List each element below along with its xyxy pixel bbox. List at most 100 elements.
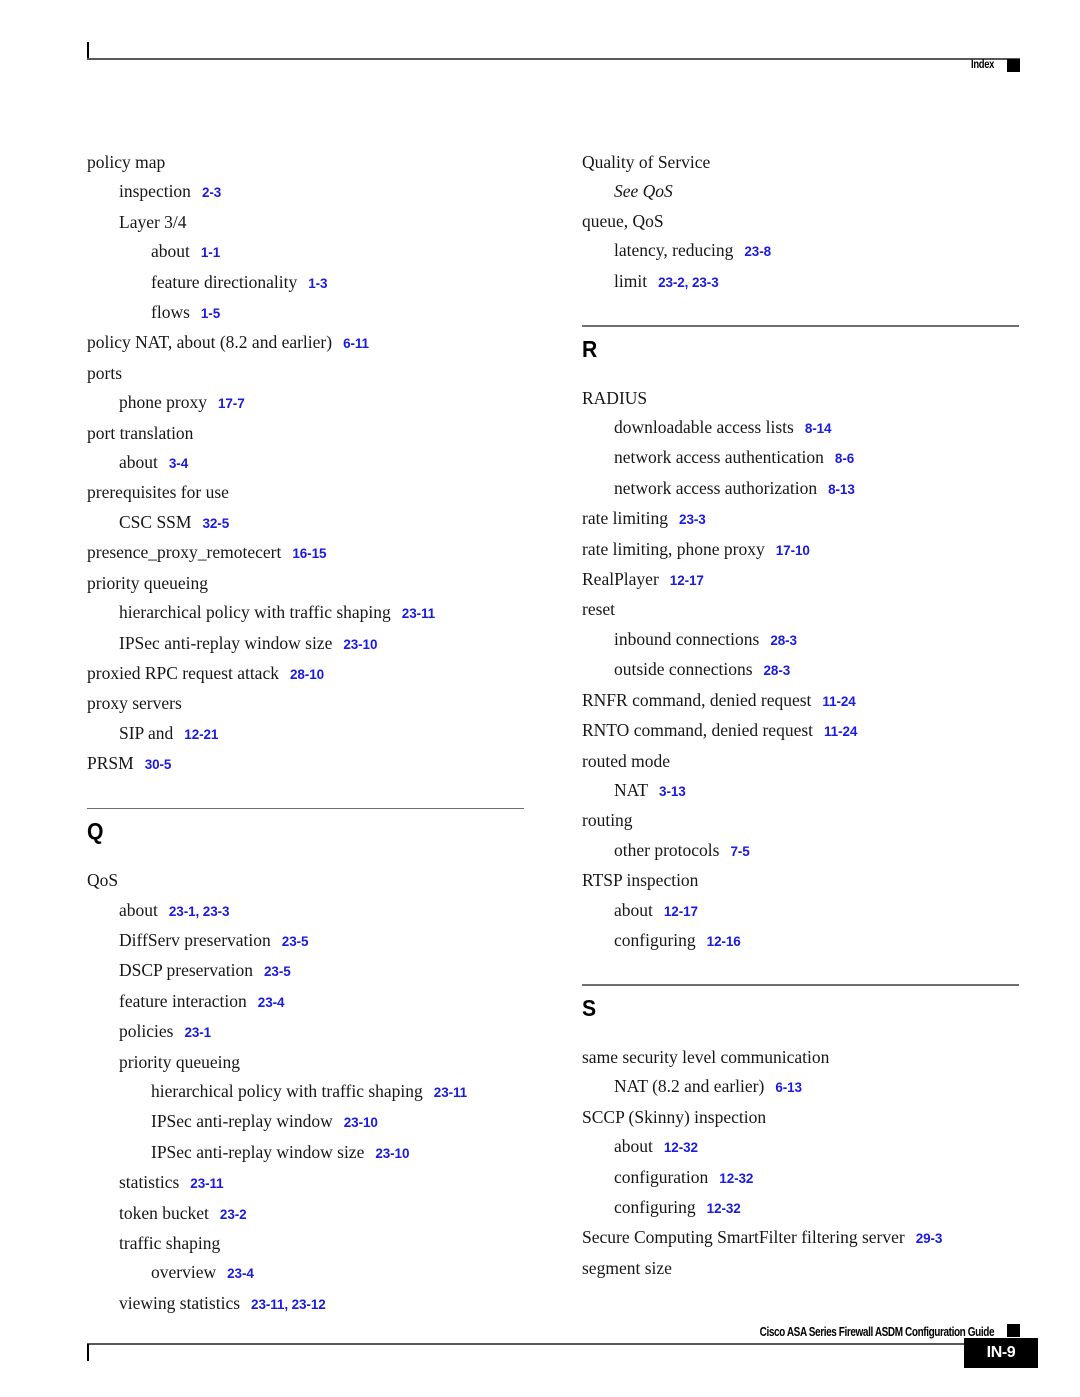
- index-entry: feature directionality 1-3: [87, 268, 524, 298]
- index-entry-page-ref[interactable]: 23-4: [227, 1266, 254, 1281]
- index-entry: priority queueing: [87, 569, 524, 598]
- index-entry-page-ref[interactable]: 12-16: [707, 934, 741, 949]
- index-entry: routed mode: [582, 747, 1019, 776]
- index-entry: RADIUS: [582, 384, 1019, 413]
- header-rule: [87, 58, 1020, 60]
- index-entry-page-ref[interactable]: 6-13: [775, 1080, 802, 1095]
- index-entry-page-ref[interactable]: 23-3: [679, 512, 706, 527]
- index-entry-page-ref[interactable]: 23-11: [434, 1085, 467, 1100]
- index-entry-page-ref[interactable]: 11-24: [824, 724, 857, 739]
- index-entry-page-ref[interactable]: 23-2: [220, 1207, 247, 1222]
- section-heading-r: R: [582, 325, 1019, 376]
- index-entry-page-ref[interactable]: 1-1: [201, 245, 220, 260]
- index-entry: about 12-32: [582, 1132, 1019, 1162]
- index-entry-term: about: [614, 1136, 653, 1157]
- index-entry-term: about: [151, 241, 190, 262]
- index-entry-page-ref[interactable]: 28-10: [290, 667, 324, 682]
- index-entry-term: RADIUS: [582, 387, 648, 408]
- index-entry-page-ref[interactable]: 23-11: [402, 606, 435, 621]
- index-entry-page-ref[interactable]: 28-3: [764, 663, 791, 678]
- index-entry-page-ref[interactable]: 12-32: [719, 1171, 753, 1186]
- index-entry-page-ref[interactable]: 17-7: [218, 396, 245, 411]
- index-entry-term: reset: [582, 599, 616, 620]
- index-entry-page-ref[interactable]: 3-4: [169, 456, 188, 471]
- index-entry-page-ref[interactable]: 23-10: [343, 637, 377, 652]
- index-entry-page-ref[interactable]: 23-4: [258, 995, 285, 1010]
- section-divider-rule: [582, 325, 1019, 327]
- index-entry: RealPlayer 12-17: [582, 565, 1019, 595]
- index-entry: feature interaction 23-4: [87, 987, 524, 1017]
- index-entry-term: NAT: [614, 779, 649, 800]
- index-entry-term: network access authorization: [614, 477, 818, 498]
- index-entry-page-ref[interactable]: 11-24: [822, 694, 855, 709]
- index-entry-page-ref[interactable]: 1-5: [201, 306, 220, 321]
- index-entry-page-ref[interactable]: 23-10: [344, 1115, 378, 1130]
- index-entry-page-ref[interactable]: 23-11: [190, 1176, 223, 1191]
- index-entry-page-ref[interactable]: 28-3: [770, 633, 797, 648]
- index-entry-page-ref[interactable]: 3-13: [659, 784, 686, 799]
- index-entry: Layer 3/4: [87, 208, 524, 237]
- index-entry-page-ref[interactable]: 1-3: [308, 276, 327, 291]
- index-entry-page-ref[interactable]: 8-13: [828, 482, 855, 497]
- index-entry: network access authentication 8-6: [582, 443, 1019, 473]
- index-entry: proxy servers: [87, 689, 524, 718]
- index-entry-page-ref[interactable]: 8-6: [835, 451, 854, 466]
- index-entry-page-ref[interactable]: 23-2, 23-3: [658, 275, 719, 290]
- index-entry: IPSec anti-replay window size 23-10: [87, 629, 524, 659]
- index-entry-term: SCCP (Skinny) inspection: [582, 1106, 767, 1127]
- footer-crop-tick: [87, 1344, 89, 1361]
- index-entry-page-ref[interactable]: 23-8: [744, 244, 771, 259]
- page-footer: Cisco ASA Series Firewall ASDM Configura…: [87, 1316, 1038, 1380]
- footer-page-number: IN-9: [964, 1338, 1038, 1368]
- index-entry: overview 23-4: [87, 1258, 524, 1288]
- index-entry-term: feature interaction: [119, 990, 247, 1011]
- index-entry-term: NAT (8.2 and earlier): [614, 1076, 765, 1097]
- index-entry-page-ref[interactable]: 23-11, 23-12: [251, 1297, 326, 1312]
- index-entry-term: IPSec anti-replay window size: [151, 1141, 365, 1162]
- index-entry: routing: [582, 806, 1019, 835]
- header-marker-square: [1007, 59, 1020, 72]
- index-entry-term: presence_proxy_remotecert: [87, 542, 282, 563]
- index-entry-page-ref[interactable]: 23-5: [282, 934, 309, 949]
- index-entry-term: SIP and: [119, 722, 174, 743]
- index-entry-page-ref[interactable]: 23-1: [184, 1025, 211, 1040]
- index-entry-page-ref[interactable]: 7-5: [730, 844, 749, 859]
- index-entry-page-ref[interactable]: 2-3: [202, 185, 221, 200]
- index-entry: about 23-1, 23-3: [87, 896, 524, 926]
- index-entry-page-ref[interactable]: 23-5: [264, 964, 291, 979]
- index-entry: prerequisites for use: [87, 478, 524, 507]
- index-entry-page-ref[interactable]: 8-14: [805, 421, 832, 436]
- index-entry: inbound connections 28-3: [582, 625, 1019, 655]
- index-entry-page-ref[interactable]: 12-32: [707, 1201, 741, 1216]
- index-entry-term: ports: [87, 362, 122, 383]
- index-entry-page-ref[interactable]: 12-17: [664, 904, 698, 919]
- index-entry: configuration 12-32: [582, 1163, 1019, 1193]
- index-entry-page-ref[interactable]: 23-10: [375, 1146, 409, 1161]
- section-letter: S: [582, 994, 597, 1021]
- index-entry-page-ref[interactable]: 30-5: [145, 757, 172, 772]
- index-entry-page-ref[interactable]: 17-10: [776, 543, 810, 558]
- index-entry-term: rate limiting, phone proxy: [582, 538, 765, 559]
- index-entry-page-ref[interactable]: 16-15: [292, 546, 326, 561]
- index-entry-page-ref[interactable]: 12-21: [184, 727, 218, 742]
- index-entry: presence_proxy_remotecert 16-15: [87, 538, 524, 568]
- index-entry-page-ref[interactable]: 6-11: [343, 336, 369, 351]
- index-entry: downloadable access lists 8-14: [582, 413, 1019, 443]
- index-entry-page-ref[interactable]: 23-1, 23-3: [169, 904, 230, 919]
- index-entry-term: routed mode: [582, 750, 670, 771]
- index-entry: QoS: [87, 866, 524, 895]
- index-entry-page-ref[interactable]: 29-3: [916, 1231, 943, 1246]
- index-entry: policies 23-1: [87, 1017, 524, 1047]
- left-column: policy map inspection 2-3 Layer 3/4 about 1-1…: [87, 148, 524, 1319]
- index-entry-term: viewing statistics: [119, 1292, 241, 1313]
- index-entry-term: statistics: [119, 1172, 180, 1193]
- index-entry-term: Secure Computing SmartFilter filtering s…: [582, 1227, 905, 1248]
- index-entry-page-ref[interactable]: 12-32: [664, 1140, 698, 1155]
- index-entry-term: latency, reducing: [614, 240, 734, 261]
- index-entry: DiffServ preservation 23-5: [87, 926, 524, 956]
- index-entry-page-ref[interactable]: 32-5: [202, 516, 229, 531]
- index-entry-term: policy NAT, about (8.2 and earlier): [87, 332, 333, 353]
- index-entry-page-ref[interactable]: 12-17: [670, 573, 704, 588]
- section-letter: Q: [87, 818, 104, 845]
